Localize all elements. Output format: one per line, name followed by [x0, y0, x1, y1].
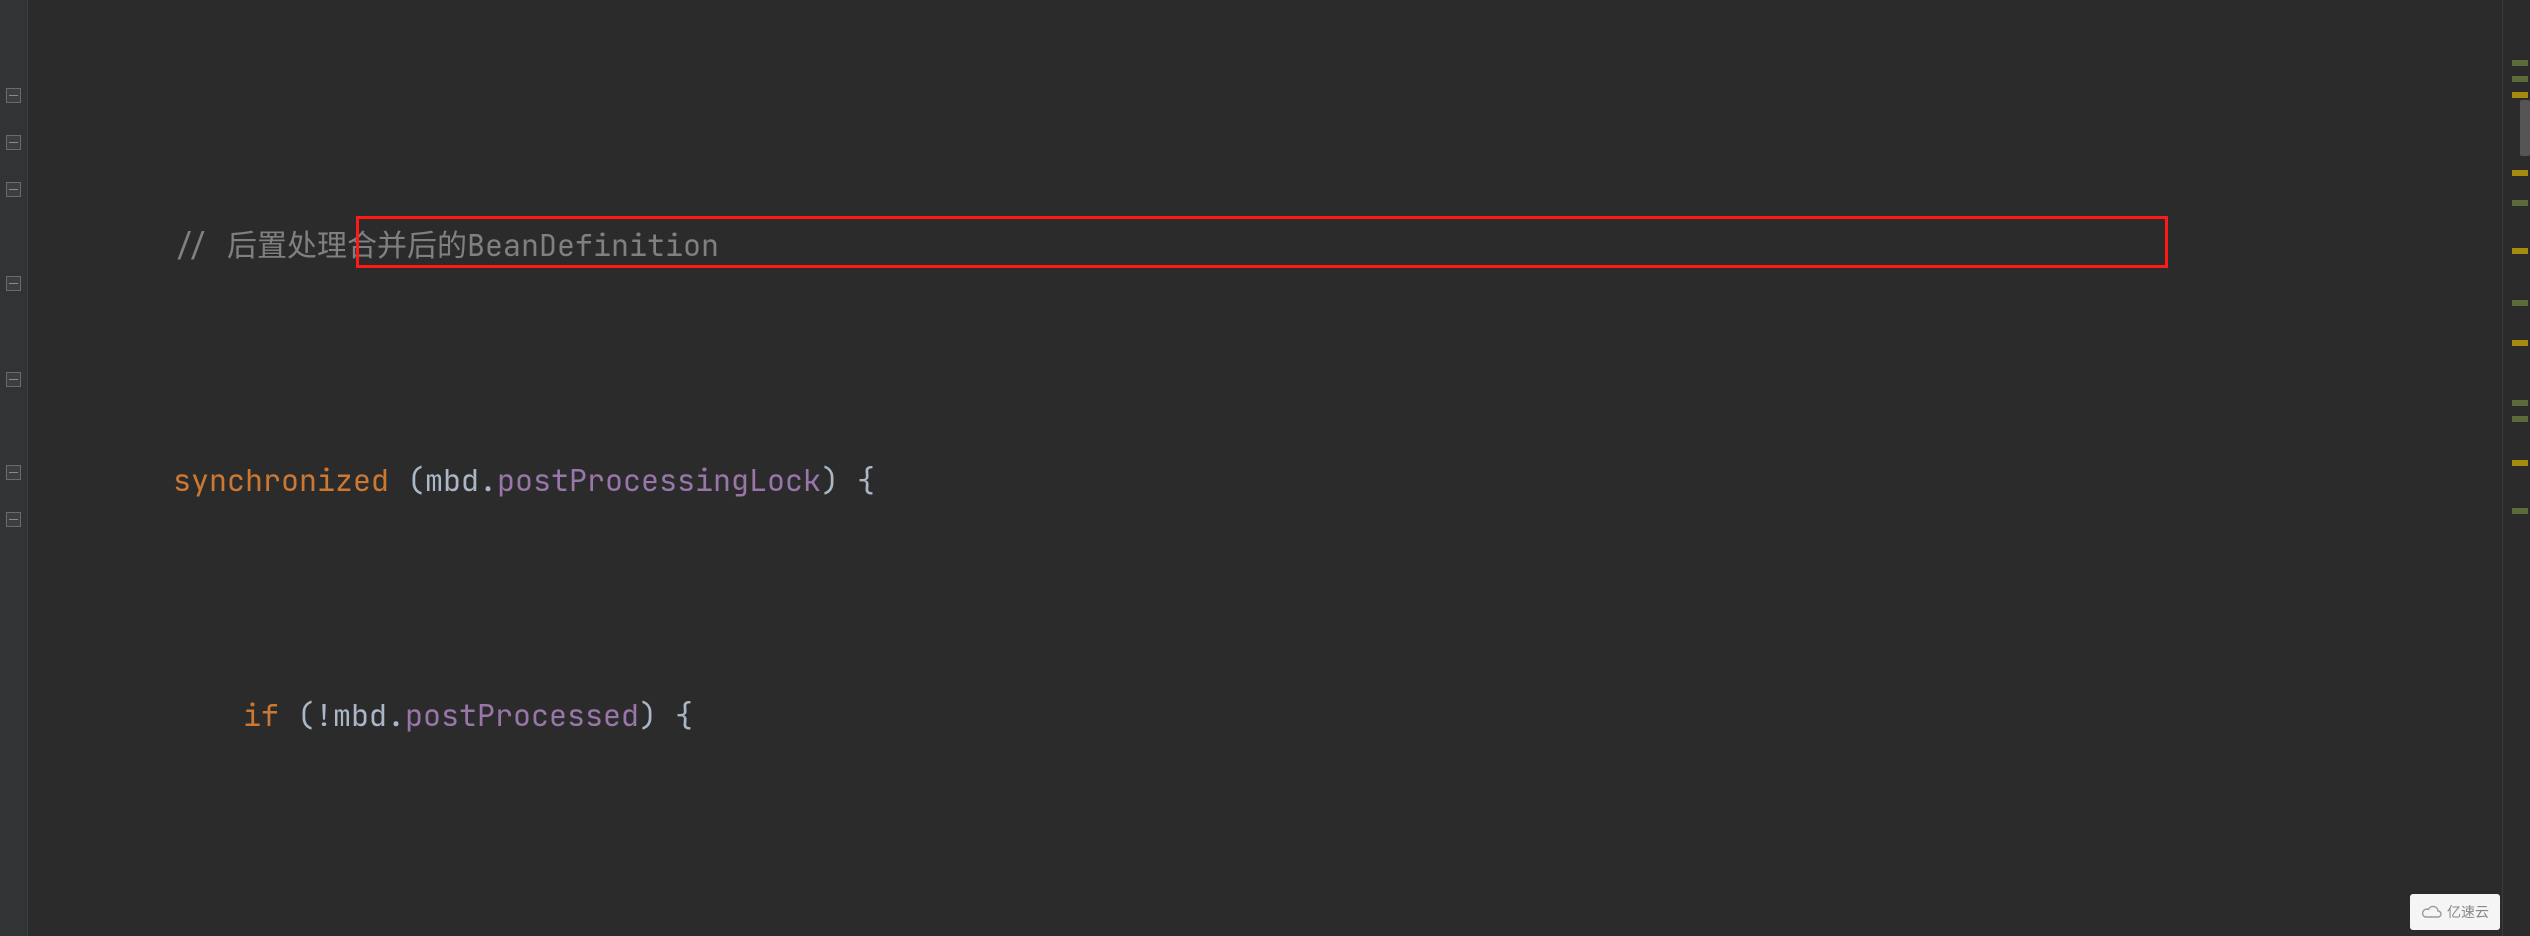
minimap-marker — [2512, 170, 2528, 176]
field-ref: postProcessingLock — [497, 457, 821, 504]
minimap-thumb[interactable] — [2520, 100, 2530, 156]
code-editor: // 后置处理合并后的BeanDefinition synchronized (… — [0, 0, 2530, 936]
watermark-badge: 亿速云 — [2410, 894, 2500, 930]
gutter — [0, 0, 28, 936]
code-line: try { — [28, 927, 2502, 936]
field-ref: postProcessed — [405, 692, 639, 739]
keyword-synchronized: synchronized — [173, 457, 389, 504]
keyword-try: try — [313, 927, 367, 936]
fold-marker-icon[interactable] — [6, 88, 21, 103]
minimap-marker — [2512, 92, 2528, 98]
minimap-marker — [2512, 200, 2528, 206]
code-text: ) { — [639, 692, 693, 739]
watermark-text: 亿速云 — [2447, 889, 2489, 936]
fold-marker-icon[interactable] — [6, 276, 21, 291]
minimap-marker — [2512, 340, 2528, 346]
minimap-marker — [2512, 300, 2528, 306]
code-area[interactable]: // 后置处理合并后的BeanDefinition synchronized (… — [28, 0, 2502, 936]
code-line: synchronized (mbd.postProcessingLock) { — [28, 457, 2502, 504]
minimap-marker — [2512, 508, 2528, 514]
minimap-marker — [2512, 60, 2528, 66]
fold-marker-icon[interactable] — [6, 512, 21, 527]
minimap-marker — [2512, 400, 2528, 406]
cloud-icon — [2421, 904, 2443, 920]
code-text: (!mbd. — [279, 692, 405, 739]
code-text: ) { — [821, 457, 875, 504]
minimap-marker — [2512, 76, 2528, 82]
fold-marker-icon[interactable] — [6, 135, 21, 150]
fold-marker-icon[interactable] — [6, 372, 21, 387]
minimap[interactable] — [2502, 0, 2530, 936]
code-line: if (!mbd.postProcessed) { — [28, 692, 2502, 739]
comment-text: // 后置处理合并后的BeanDefinition — [173, 222, 719, 269]
keyword-if: if — [243, 692, 279, 739]
fold-marker-icon[interactable] — [6, 182, 21, 197]
fold-marker-icon[interactable] — [6, 465, 21, 480]
code-text: { — [367, 927, 403, 936]
minimap-marker — [2512, 416, 2528, 422]
minimap-marker — [2512, 248, 2528, 254]
minimap-marker — [2512, 460, 2528, 466]
code-text: (mbd. — [389, 457, 497, 504]
code-line: // 后置处理合并后的BeanDefinition — [28, 222, 2502, 269]
